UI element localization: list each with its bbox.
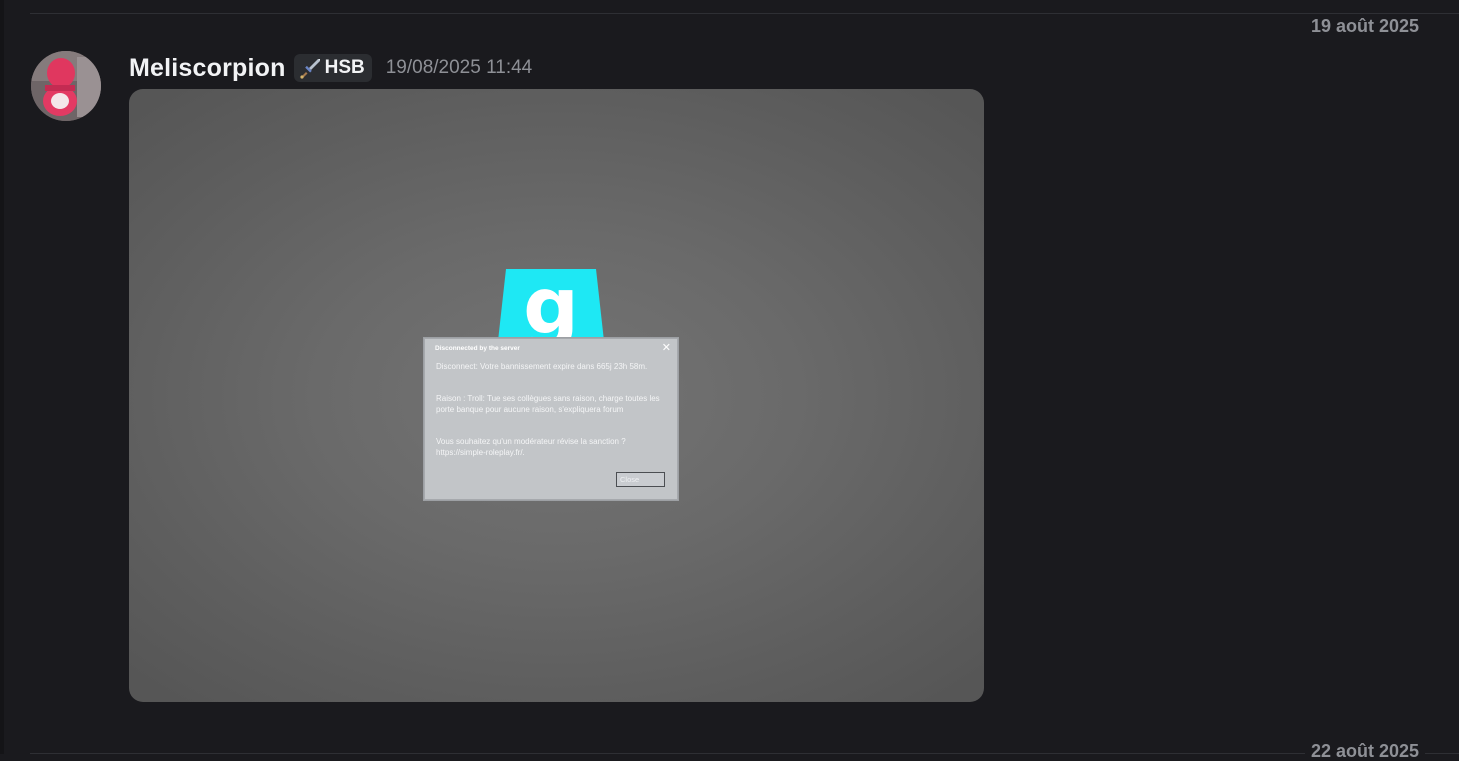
message-timestamp[interactable]: 19/08/2025 11:44	[386, 57, 533, 79]
dialog-appeal-text: Vous souhaitez qu'un modérateur révise l…	[436, 437, 626, 457]
gmod-logo: g	[498, 269, 604, 341]
avatar-image	[31, 51, 101, 121]
dialog-close-button[interactable]: Close	[616, 472, 665, 487]
dialog-reason-text: Raison : Troll: Tue ses collègues sans r…	[436, 394, 660, 414]
date-divider-bottom-label: 22 août 2025	[1304, 741, 1425, 761]
date-divider-label: 19 août 2025	[1304, 16, 1425, 36]
dialog-disconnect-text: Disconnect: Votre bannissement expire da…	[436, 362, 648, 371]
date-divider: 19 août 2025	[30, 13, 1459, 36]
sidebar-edge	[0, 0, 4, 754]
image-attachment[interactable]: g Disconnected by the server ✕ Disconnec…	[129, 89, 984, 702]
gmod-logo-letter: g	[523, 269, 579, 341]
message-header: Meliscorpion HSB 19/08/2025 11:44	[129, 52, 532, 84]
sword-icon	[299, 59, 320, 79]
dialog-title: Disconnected by the server	[435, 345, 520, 352]
close-icon[interactable]: ✕	[662, 342, 671, 354]
username[interactable]: Meliscorpion	[129, 54, 286, 83]
server-tag-label: HSB	[324, 57, 365, 78]
server-tag[interactable]: HSB	[293, 54, 372, 82]
disconnect-dialog: Disconnected by the server ✕ Disconnect:…	[424, 338, 678, 500]
avatar[interactable]	[31, 51, 101, 121]
